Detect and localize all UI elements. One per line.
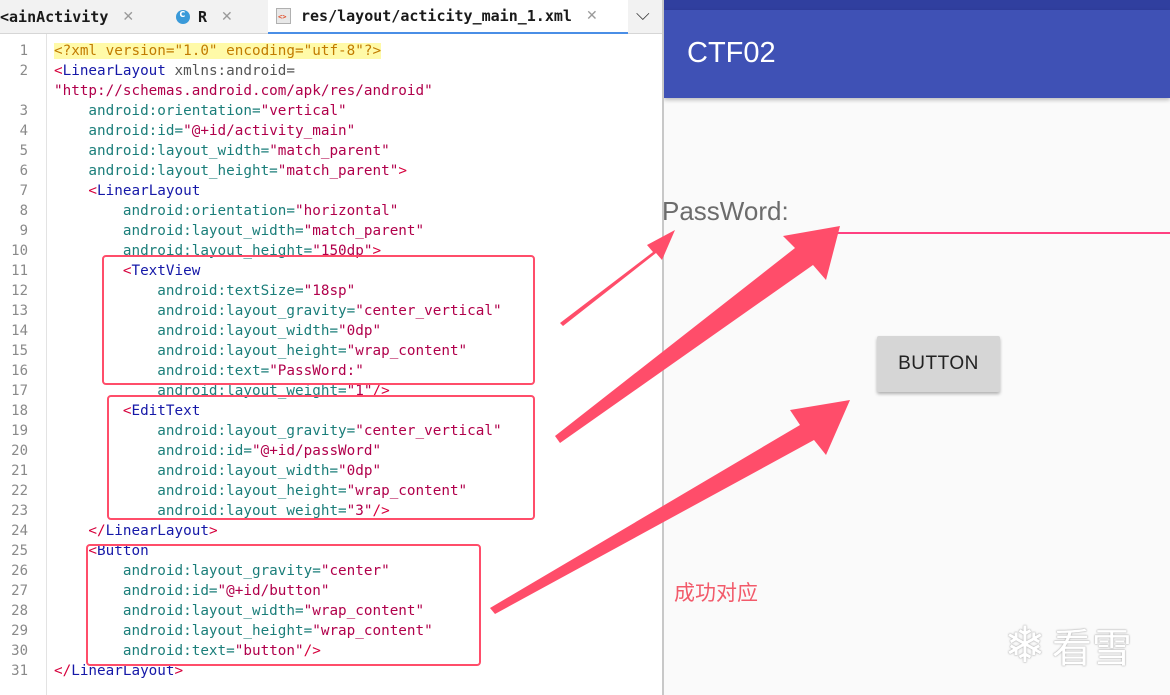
line-number: 15 bbox=[11, 343, 28, 359]
line-number: 14 bbox=[11, 323, 28, 339]
code-line: android:layout_height="match_parent"> bbox=[54, 161, 407, 181]
line-number-gutter: 1 2 3 4 5 6 7 8 9 10 11 12 13 14 15 16 17 18 19 20 21 22 23 24 2… bbox=[0, 34, 47, 695]
line-number: 20 bbox=[11, 443, 28, 459]
line-number: 6 bbox=[19, 163, 28, 179]
code-line: </LinearLayout> bbox=[54, 521, 218, 541]
line-number: 1 bbox=[19, 43, 28, 59]
line-number: 4 bbox=[19, 123, 28, 139]
code-token: < bbox=[54, 63, 63, 79]
code-line: <?xml version="1.0" encoding="utf-8"?> bbox=[54, 41, 382, 61]
tab-label: res/layout/acticity_main_1.xml bbox=[301, 7, 572, 25]
code-token: android:id= bbox=[54, 123, 184, 139]
line-number: 28 bbox=[11, 603, 28, 619]
tab-layout-xml[interactable]: res/layout/acticity_main_1.xml ✕ bbox=[268, 0, 628, 34]
line-number: 2 bbox=[19, 63, 28, 79]
close-icon[interactable]: ✕ bbox=[122, 9, 134, 25]
code-line: android:layout_width="match_parent" bbox=[54, 141, 390, 161]
tab-main-activity[interactable]: < ainActivity ✕ bbox=[0, 0, 160, 33]
code-line: <LinearLayout xmlns:android= bbox=[54, 61, 295, 81]
code-line: android:layout_width="match_parent" bbox=[54, 221, 424, 241]
line-number: 8 bbox=[19, 203, 28, 219]
tab-r[interactable]: R ✕ bbox=[176, 0, 266, 33]
line-number: 25 bbox=[11, 543, 28, 559]
tab-label: ainActivity bbox=[9, 7, 109, 26]
line-number: 24 bbox=[11, 523, 28, 539]
code-token: > bbox=[208, 523, 218, 539]
code-token: </ bbox=[54, 663, 72, 679]
snowflake-icon: ❄ bbox=[1004, 616, 1046, 674]
code-token: android:layout_width= bbox=[54, 143, 270, 159]
code-token: "match_parent" bbox=[277, 163, 399, 179]
code-line: android:orientation="horizontal" bbox=[54, 201, 398, 221]
code-token: </ bbox=[54, 523, 106, 539]
line-number: 13 bbox=[11, 303, 28, 319]
code-line: <LinearLayout bbox=[54, 181, 200, 201]
line-number: 30 bbox=[11, 643, 28, 659]
code-token: android:orientation= bbox=[54, 103, 261, 119]
code-token: xmlns:android= bbox=[165, 63, 296, 79]
line-number: 7 bbox=[19, 183, 28, 199]
main-button[interactable]: BUTTON bbox=[877, 336, 1000, 392]
line-number: 12 bbox=[11, 283, 28, 299]
device-preview: CTF02 PassWord: BUTTON 成功对应 ❄ 看雪 bbox=[664, 0, 1170, 695]
button-highlight-box bbox=[86, 544, 481, 666]
code-token: "@+id/activity_main" bbox=[183, 123, 356, 139]
code-token: <?xml version="1.0" encoding="utf-8"?> bbox=[54, 43, 382, 59]
line-number: 22 bbox=[11, 483, 28, 499]
line-number: 17 bbox=[11, 383, 28, 399]
line-number: 18 bbox=[11, 403, 28, 419]
code-token: LinearLayout bbox=[97, 183, 201, 199]
code-token: android:orientation= bbox=[54, 203, 296, 219]
textview-highlight-box bbox=[102, 255, 535, 385]
line-number: 23 bbox=[11, 503, 28, 519]
line-number: 31 bbox=[11, 663, 28, 679]
xml-file-icon bbox=[276, 8, 291, 24]
close-icon[interactable]: ✕ bbox=[586, 8, 598, 24]
line-number: 16 bbox=[11, 363, 28, 379]
line-number: 26 bbox=[11, 563, 28, 579]
code-token: < bbox=[54, 183, 98, 199]
tab-prefix: < bbox=[0, 7, 10, 26]
app-bar: CTF02 bbox=[664, 10, 1170, 98]
code-line: "http://schemas.android.com/apk/res/andr… bbox=[54, 81, 433, 101]
line-number: 3 bbox=[19, 103, 28, 119]
line-number: 11 bbox=[11, 263, 28, 279]
code-token: "horizontal" bbox=[295, 203, 399, 219]
code-token: > bbox=[398, 163, 407, 179]
line-number: 19 bbox=[11, 423, 28, 439]
chevron-down-icon[interactable]: ⌵ bbox=[636, 4, 650, 25]
code-token: android:layout_height= bbox=[54, 163, 278, 179]
code-editor: <ainActivity ✕ R ✕ res/layout/acticity_m… bbox=[0, 0, 662, 695]
code-token: "http://schemas.android.com/apk/res/andr… bbox=[54, 83, 433, 99]
code-line: android:id="@+id/activity_main" bbox=[54, 121, 355, 141]
code-token: "match_parent" bbox=[303, 223, 425, 239]
watermark-text: 看雪 bbox=[1051, 626, 1132, 672]
line-number: 21 bbox=[11, 463, 28, 479]
line-number: 9 bbox=[19, 223, 28, 239]
password-input[interactable] bbox=[834, 232, 1170, 234]
close-icon[interactable]: ✕ bbox=[221, 9, 233, 25]
tab-label: R bbox=[198, 7, 208, 26]
code-token: android:layout_width= bbox=[54, 223, 304, 239]
code-line: android:orientation="vertical" bbox=[54, 101, 347, 121]
code-token: "match_parent" bbox=[269, 143, 390, 159]
code-token: "vertical" bbox=[260, 103, 347, 119]
code-token: LinearLayout bbox=[62, 63, 166, 79]
watermark: ❄ 看雪 bbox=[1004, 616, 1132, 674]
status-bar bbox=[664, 0, 1170, 10]
editor-tab-bar: <ainActivity ✕ R ✕ res/layout/acticity_m… bbox=[0, 0, 662, 34]
line-number: 5 bbox=[19, 143, 28, 159]
edittext-highlight-box bbox=[107, 395, 535, 520]
code-token: LinearLayout bbox=[105, 523, 209, 539]
annotation-text: 成功对应 bbox=[674, 581, 758, 605]
line-number: 27 bbox=[11, 583, 28, 599]
line-number: 10 bbox=[11, 243, 28, 259]
line-number bbox=[0, 81, 28, 101]
password-label: PassWord: bbox=[664, 196, 789, 226]
app-title: CTF02 bbox=[687, 37, 776, 69]
java-class-icon bbox=[176, 7, 190, 24]
line-number: 29 bbox=[11, 623, 28, 639]
